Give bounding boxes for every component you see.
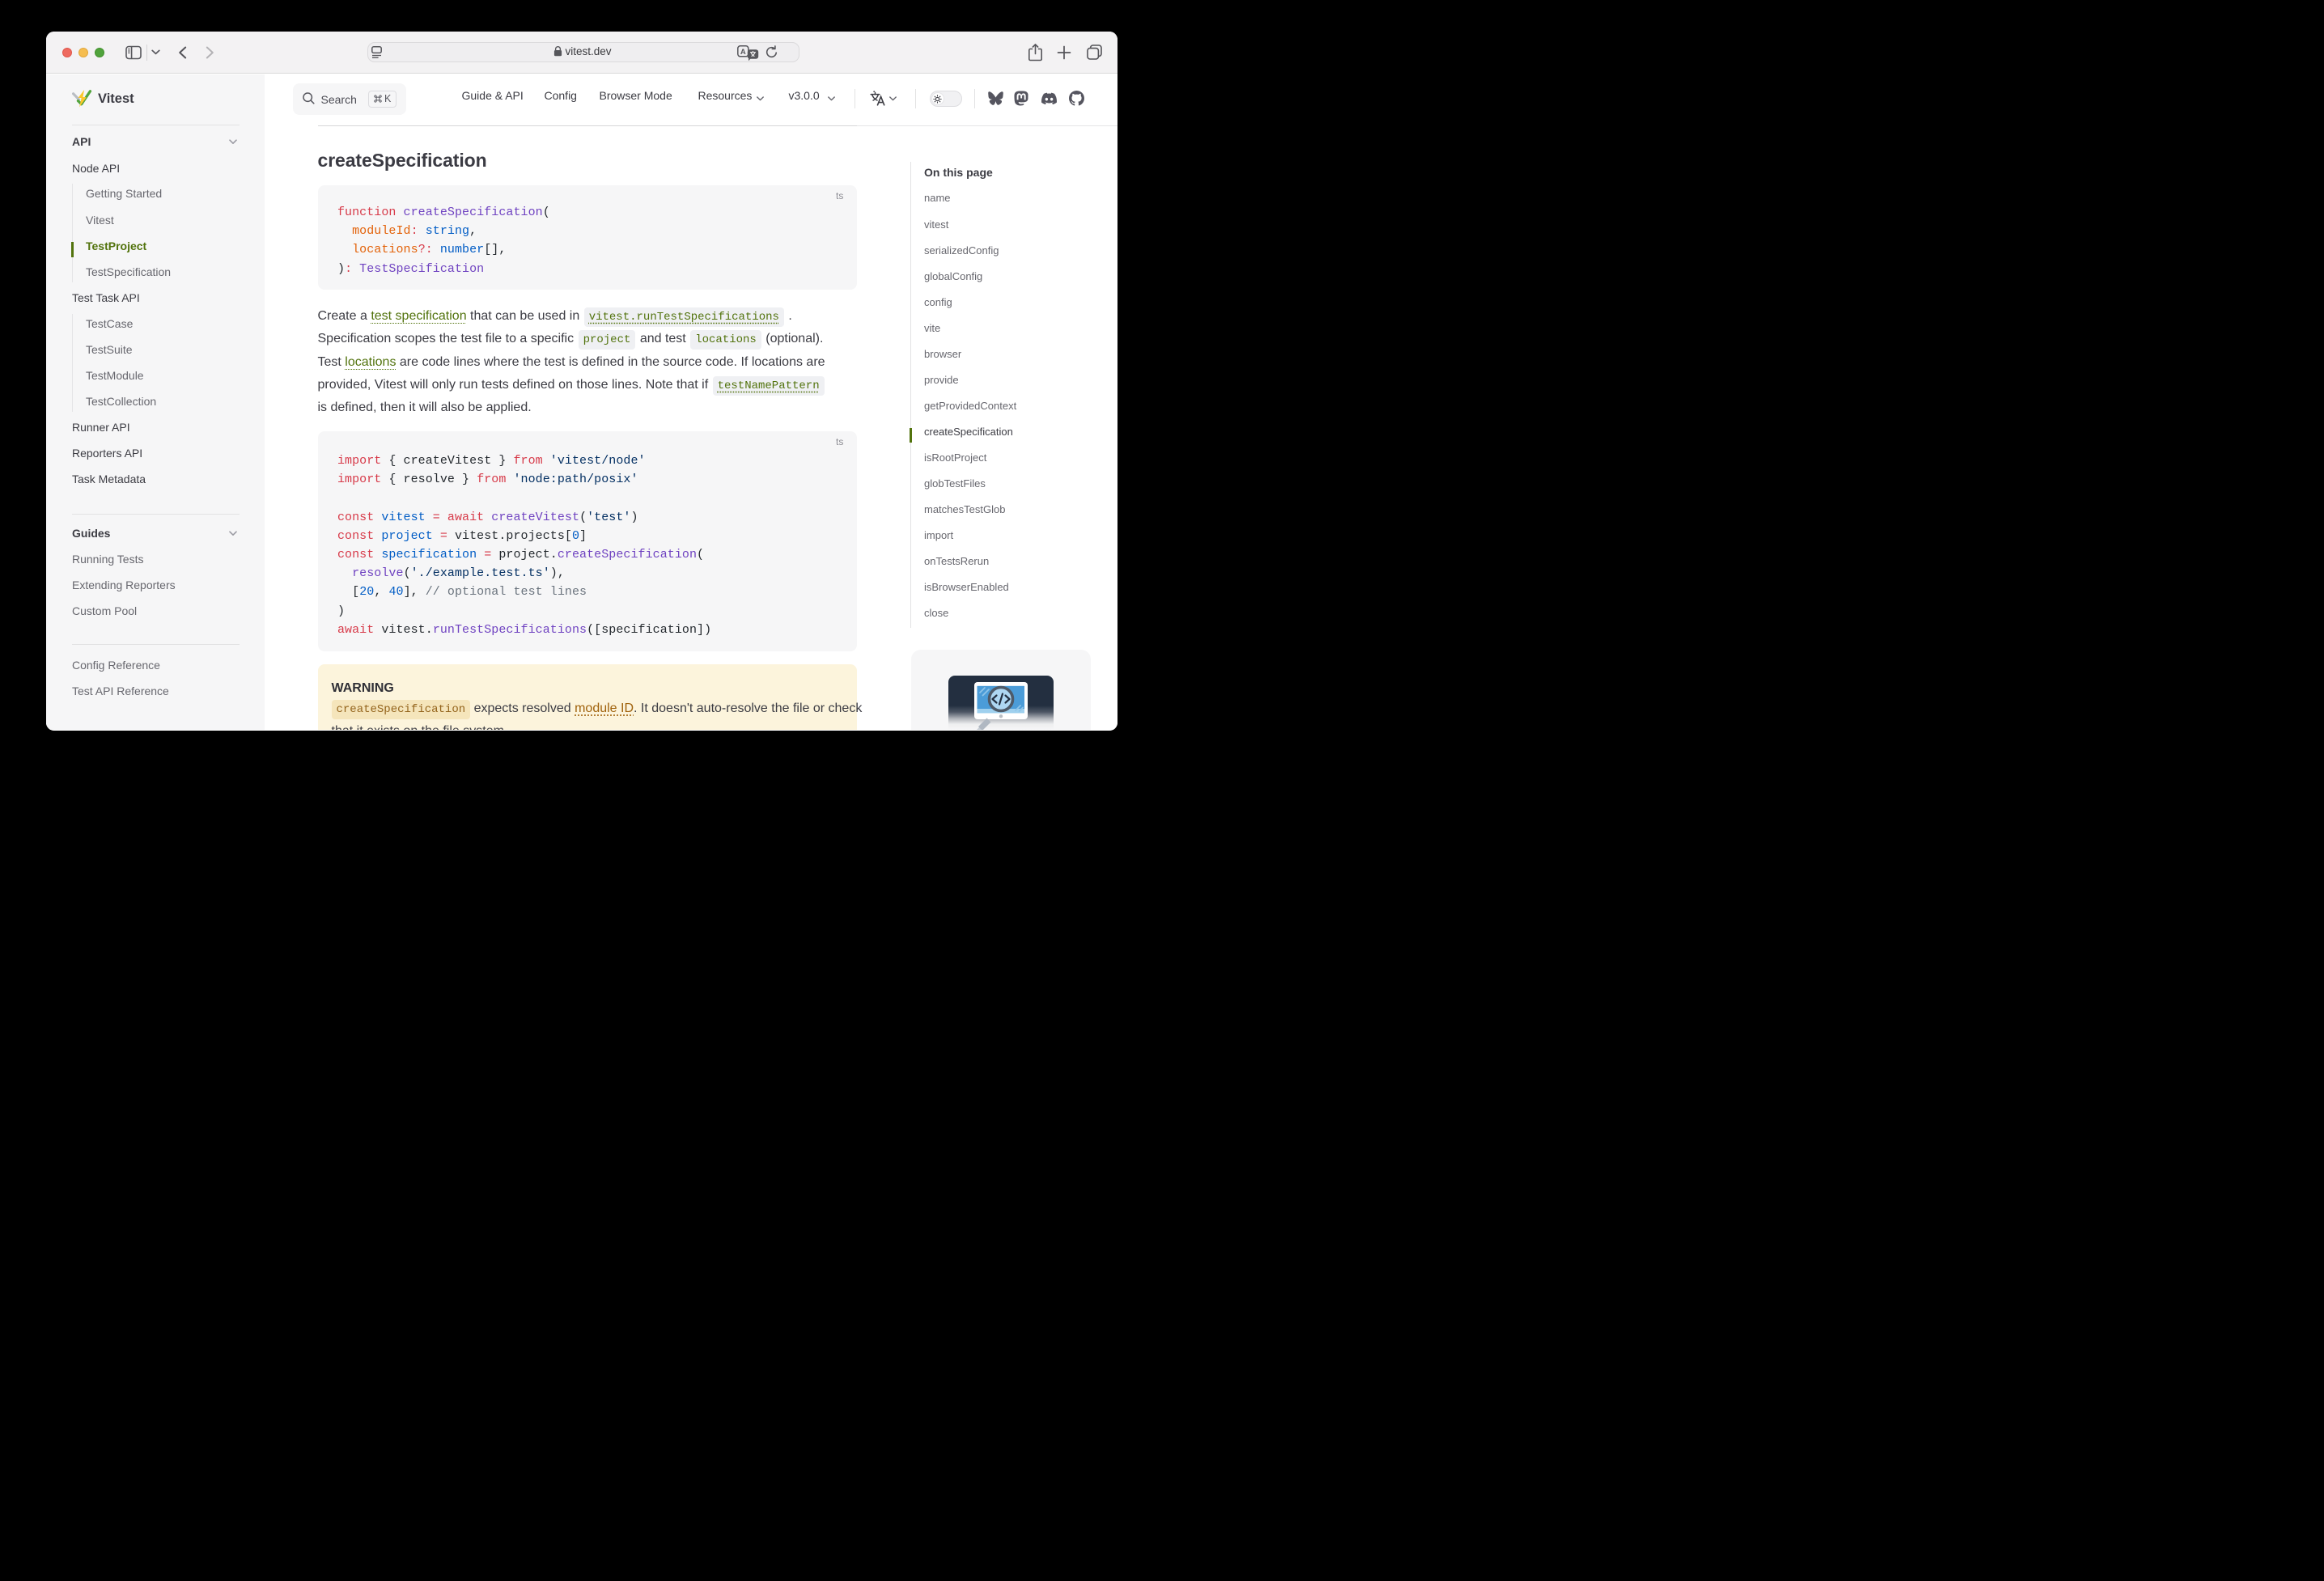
svg-text:A: A: [740, 48, 745, 57]
